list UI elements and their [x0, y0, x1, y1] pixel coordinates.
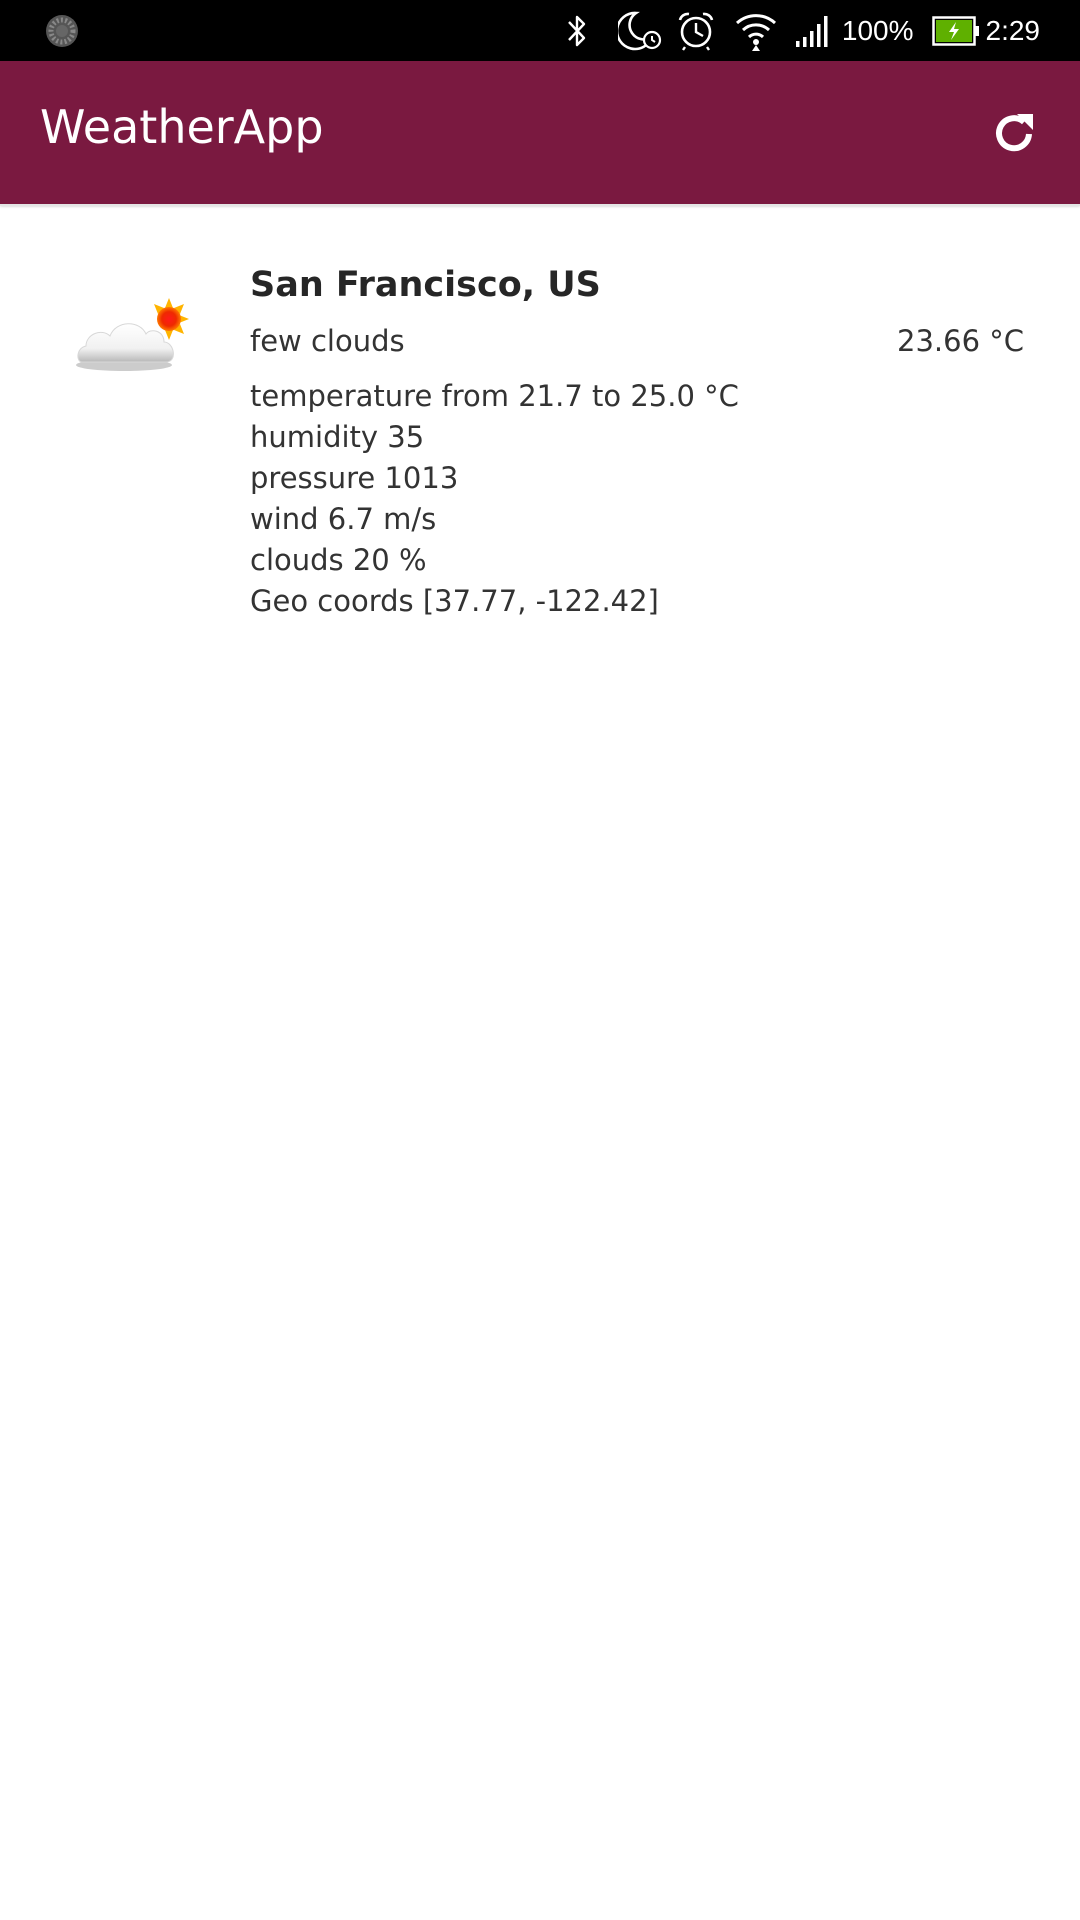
weather-list-item[interactable]: San Francisco, US few clouds 23.66 °C te… [0, 206, 1080, 636]
status-bar: 100% 2:29 [0, 0, 1080, 61]
do-not-disturb-icon [617, 11, 661, 50]
weather-description: few clouds [250, 324, 405, 358]
weather-details: temperature from 21.7 to 25.0 °C humidit… [250, 376, 739, 622]
battery-percent: 100% [841, 14, 914, 46]
few-clouds-icon [76, 298, 189, 371]
refresh-button[interactable] [986, 105, 1042, 161]
alarm-icon [678, 12, 714, 51]
battery-charging-icon [931, 15, 979, 46]
app-bar: WeatherApp [0, 61, 1080, 204]
signal-icon [795, 15, 828, 47]
refresh-icon [996, 114, 1033, 152]
city-name: San Francisco, US [250, 265, 601, 305]
geo-coords: Geo coords [37.77, -122.42] [250, 584, 659, 618]
loading-icon [46, 15, 78, 47]
bluetooth-icon [567, 15, 586, 46]
app-title: WeatherApp [40, 100, 324, 154]
wifi-icon [735, 13, 776, 51]
current-temperature: 23.66 °C [897, 324, 1024, 358]
clock-time: 2:29 [985, 14, 1041, 46]
humidity: humidity 35 [250, 420, 425, 454]
status-icons: 100% 2:29 [562, 0, 1080, 61]
pressure: pressure 1013 [250, 461, 459, 495]
temperature-range: temperature from 21.7 to 25.0 °C [250, 379, 739, 413]
wind: wind 6.7 m/s [250, 502, 437, 536]
clouds: clouds 20 % [250, 543, 427, 577]
